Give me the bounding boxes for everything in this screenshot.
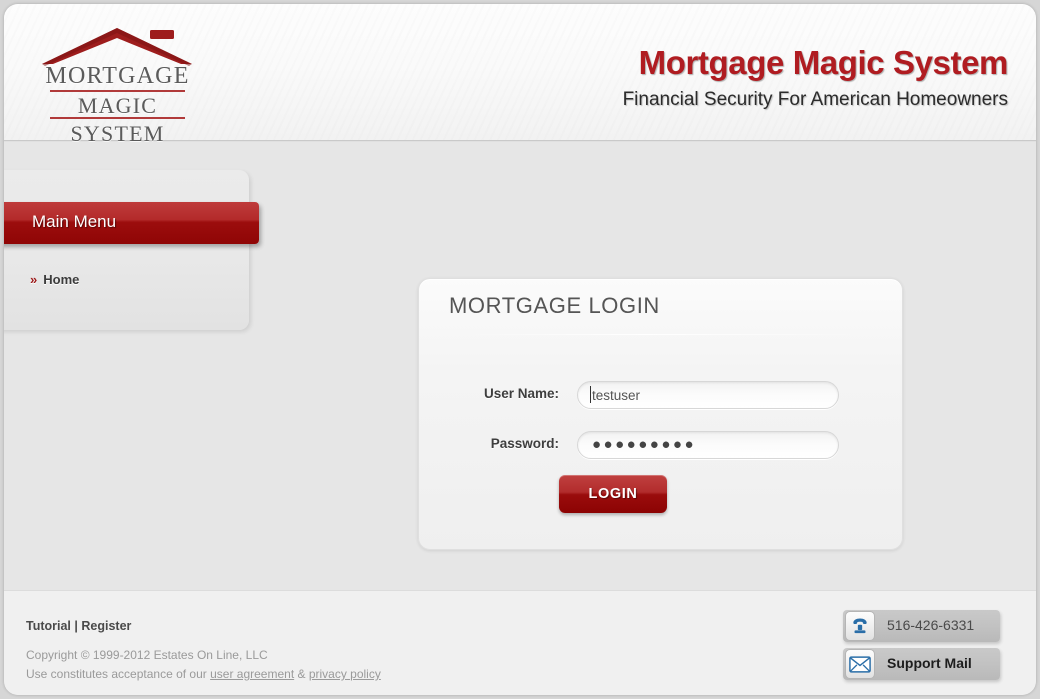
phone-number: 516-426-6331	[887, 617, 975, 633]
terms-prefix: Use constitutes acceptance of our	[26, 667, 211, 681]
username-label: User Name:	[483, 386, 559, 401]
terms-line: Use constitutes acceptance of our user a…	[26, 665, 381, 684]
login-panel: MORTGAGE LOGIN User Name: Password: ●●●●…	[418, 278, 903, 550]
terms-amp: &	[294, 667, 309, 681]
privacy-policy-link[interactable]: privacy policy	[309, 667, 381, 681]
chevron-right-icon: »	[30, 272, 38, 287]
main-menu-header[interactable]: Main Menu	[4, 202, 259, 244]
site-footer: Tutorial | Register Copyright © 1999-201…	[4, 590, 1036, 695]
logo-rule-1	[50, 90, 185, 92]
sidebar-item-home[interactable]: » Home	[30, 272, 79, 287]
copyright-text: Copyright © 1999-2012 Estates On Line, L…	[26, 648, 268, 662]
sidebar-item-label: Home	[43, 272, 80, 287]
brand-subtitle: Financial Security For American Homeowne…	[622, 88, 1008, 110]
brand-block: Mortgage Magic System Financial Security…	[622, 44, 1009, 111]
application-window: MORTGAGE MAGIC SYSTEM Mortgage Magic Sys…	[0, 0, 1040, 699]
login-divider	[465, 334, 865, 335]
brand-title: Mortgage Magic System	[638, 44, 1009, 81]
content-area: Main Menu » Home MORTGAGE LOGIN User Name…	[4, 142, 1036, 589]
main-menu-label: Main Menu	[32, 212, 117, 231]
login-button[interactable]: LOGIN	[559, 475, 667, 513]
sidebar-panel	[4, 170, 249, 330]
password-input[interactable]: ●●●●●●●●●	[577, 431, 839, 459]
page-shell: MORTGAGE MAGIC SYSTEM Mortgage Magic Sys…	[4, 4, 1036, 695]
telephone-icon	[845, 611, 875, 641]
house-roof-icon	[42, 28, 192, 66]
footer-links: Tutorial | Register	[26, 619, 131, 633]
register-link[interactable]: Register	[81, 619, 131, 633]
footer-legal: Copyright © 1999-2012 Estates On Line, L…	[26, 646, 381, 684]
user-agreement-link[interactable]: user agreement	[210, 667, 294, 681]
password-label: Password:	[490, 436, 559, 451]
support-mail-label: Support Mail	[887, 655, 972, 671]
footer-link-separator: |	[74, 619, 78, 633]
envelope-icon	[845, 649, 875, 679]
site-logo[interactable]: MORTGAGE MAGIC SYSTEM	[40, 16, 195, 147]
phone-button[interactable]: 516-426-6331	[843, 610, 1000, 642]
login-title: MORTGAGE LOGIN	[449, 293, 660, 318]
text-caret	[590, 386, 591, 403]
logo-line-1: MORTGAGE	[45, 63, 190, 89]
site-header: MORTGAGE MAGIC SYSTEM Mortgage Magic Sys…	[4, 4, 1036, 147]
username-input[interactable]	[577, 381, 839, 409]
support-mail-button[interactable]: Support Mail	[843, 648, 1000, 680]
tutorial-link[interactable]: Tutorial	[26, 619, 71, 633]
logo-line-2: MAGIC	[77, 93, 158, 118]
